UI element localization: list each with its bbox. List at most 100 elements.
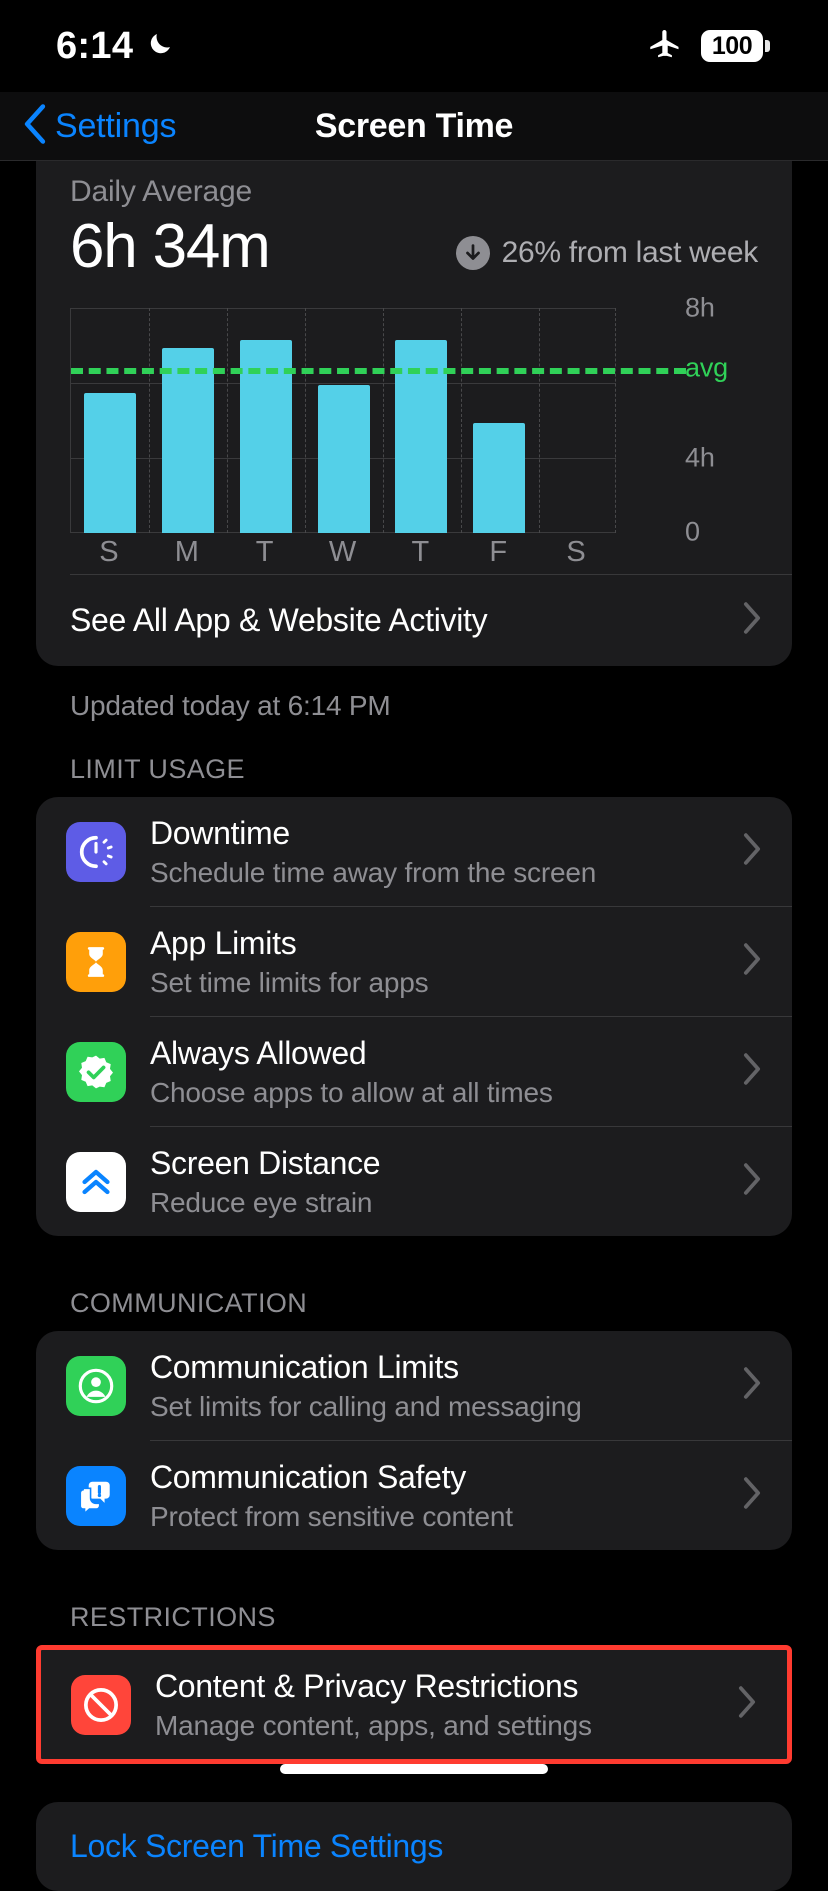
settings-row-title: Always Allowed xyxy=(150,1035,367,1072)
chart-bars xyxy=(71,308,616,534)
chevron-left-icon xyxy=(22,103,48,150)
chart-x-axis: S M T W T F S xyxy=(70,536,615,569)
section-header-communication: COMMUNICATION xyxy=(70,1288,308,1319)
daily-average-value: 6h 34m xyxy=(70,212,271,281)
chevron-right-icon xyxy=(742,601,762,640)
chevron-right-icon xyxy=(742,1366,762,1405)
settings-row-subtitle: Protect from sensitive content xyxy=(150,1501,513,1533)
y-tick-0: 0 xyxy=(685,516,700,547)
arrow-down-circle-icon xyxy=(455,236,490,271)
person-circle-icon xyxy=(66,1355,126,1416)
battery-level-label: 100 xyxy=(701,30,763,62)
settings-row-text: Communication Limits Set limits for call… xyxy=(150,1331,742,1440)
settings-row-subtitle: Schedule time away from the screen xyxy=(150,857,597,889)
settings-row-text: Always Allowed Choose apps to allow at a… xyxy=(150,1017,742,1126)
settings-row-text: Screen Distance Reduce eye strain xyxy=(150,1127,742,1236)
see-all-activity-row[interactable]: See All App & Website Activity xyxy=(36,575,792,666)
prohibition-icon xyxy=(71,1674,131,1735)
bar-monday xyxy=(161,348,214,534)
x-tick-monday: M xyxy=(174,536,199,569)
status-bar-left: 6:14 xyxy=(56,25,175,68)
daily-average-label: Daily Average xyxy=(70,175,252,208)
bar-slot xyxy=(71,308,149,534)
settings-row-downtime[interactable]: Downtime Schedule time away from the scr… xyxy=(36,797,792,906)
settings-row-subtitle: Set time limits for apps xyxy=(150,967,429,999)
x-tick-tuesday: T xyxy=(255,536,274,569)
settings-row-text: Downtime Schedule time away from the scr… xyxy=(150,797,742,906)
settings-row-title: Screen Distance xyxy=(150,1145,381,1182)
bar-wednesday xyxy=(317,385,370,534)
chevron-right-icon xyxy=(742,1476,762,1515)
x-tick-sunday: S xyxy=(99,536,119,569)
section-header-restrictions: RESTRICTIONS xyxy=(70,1602,276,1633)
x-tick-thursday: T xyxy=(411,536,430,569)
x-tick-friday: F xyxy=(489,536,508,569)
weekly-delta: 26% from last week xyxy=(455,236,759,282)
communication-card: Communication Limits Set limits for call… xyxy=(36,1331,792,1551)
status-bar-clock: 6:14 xyxy=(56,24,134,67)
settings-row-text: Communication Safety Protect from sensit… xyxy=(150,1441,742,1550)
screen-time-chart-card: Daily Average 6h 34m 26% from last week xyxy=(36,161,792,667)
chevron-right-icon xyxy=(737,1685,757,1724)
settings-row-title: Downtime xyxy=(150,815,290,852)
back-button[interactable]: Settings xyxy=(0,103,176,150)
settings-row-subtitle: Reduce eye strain xyxy=(150,1187,373,1219)
y-tick-4h: 4h xyxy=(685,442,715,473)
moon-icon xyxy=(145,29,175,64)
settings-row-text: Content & Privacy Restrictions Manage co… xyxy=(155,1650,737,1759)
weekly-bar-chart[interactable]: 8h avg 4h 0 S M T W T F S xyxy=(70,293,792,568)
updated-note: Updated today at 6:14 PM xyxy=(70,690,391,722)
settings-scroll-content: Daily Average 6h 34m 26% from last week xyxy=(0,161,828,1891)
chevron-right-icon xyxy=(742,942,762,981)
section-header-limit-usage: LIMIT USAGE xyxy=(70,754,245,785)
settings-row-subtitle: Set limits for calling and messaging xyxy=(150,1391,582,1423)
bar-slot xyxy=(149,308,227,534)
settings-row-text: App Limits Set time limits for apps xyxy=(150,907,742,1016)
chevron-right-icon xyxy=(742,1052,762,1091)
chevron-right-icon xyxy=(742,1162,762,1201)
bar-sunday xyxy=(83,393,136,534)
average-line xyxy=(71,368,686,375)
bar-slot xyxy=(305,308,383,534)
chart-plot-area xyxy=(70,308,686,534)
limit-usage-card: Downtime Schedule time away from the scr… xyxy=(36,797,792,1237)
downtime-clock-icon xyxy=(66,821,126,882)
bar-slot xyxy=(538,308,616,533)
y-tick-avg: avg xyxy=(685,352,728,383)
bar-slot xyxy=(382,308,460,534)
navigation-bar: Settings Screen Time xyxy=(0,92,828,161)
settings-row-app-limits[interactable]: App Limits Set time limits for apps xyxy=(36,907,792,1016)
y-tick-8h: 8h xyxy=(685,292,715,323)
settings-row-title: Content & Privacy Restrictions xyxy=(155,1668,579,1705)
x-tick-wednesday: W xyxy=(328,536,357,569)
chart-header: Daily Average 6h 34m 26% from last week xyxy=(36,161,792,282)
lock-screen-time-settings-row[interactable]: Lock Screen Time Settings xyxy=(36,1802,792,1891)
settings-row-title: Communication Limits xyxy=(150,1349,459,1386)
weekly-delta-label: 26% from last week xyxy=(501,236,759,270)
settings-row-title: App Limits xyxy=(150,925,297,962)
daily-average-row: 6h 34m 26% from last week xyxy=(70,211,758,282)
settings-row-communication-limits[interactable]: Communication Limits Set limits for call… xyxy=(36,1331,792,1440)
battery-indicator: 100 xyxy=(701,30,770,62)
x-tick-saturday: S xyxy=(566,536,586,569)
lock-settings-card: Lock Screen Time Settings xyxy=(36,1802,792,1891)
double-chevron-up-icon xyxy=(66,1151,126,1212)
restrictions-card: Content & Privacy Restrictions Manage co… xyxy=(36,1645,792,1765)
settings-row-communication-safety[interactable]: Communication Safety Protect from sensit… xyxy=(36,1441,792,1550)
see-all-activity-label: See All App & Website Activity xyxy=(70,602,488,639)
settings-row-screen-distance[interactable]: Screen Distance Reduce eye strain xyxy=(36,1127,792,1236)
home-indicator xyxy=(280,1764,548,1774)
check-badge-icon xyxy=(66,1041,126,1102)
hourglass-icon xyxy=(66,931,126,992)
settings-row-content-privacy-restrictions[interactable]: Content & Privacy Restrictions Manage co… xyxy=(41,1650,787,1759)
battery-cap xyxy=(765,40,770,52)
bar-slot xyxy=(227,308,305,534)
bar-friday xyxy=(473,423,526,534)
chart-y-axis: 8h avg 4h 0 xyxy=(630,293,750,547)
message-alert-icon xyxy=(66,1465,126,1526)
bar-slot xyxy=(460,308,538,534)
settings-row-always-allowed[interactable]: Always Allowed Choose apps to allow at a… xyxy=(36,1017,792,1126)
chevron-right-icon xyxy=(742,832,762,871)
airplane-icon xyxy=(647,26,683,67)
status-bar: 6:14 100 xyxy=(0,0,828,92)
